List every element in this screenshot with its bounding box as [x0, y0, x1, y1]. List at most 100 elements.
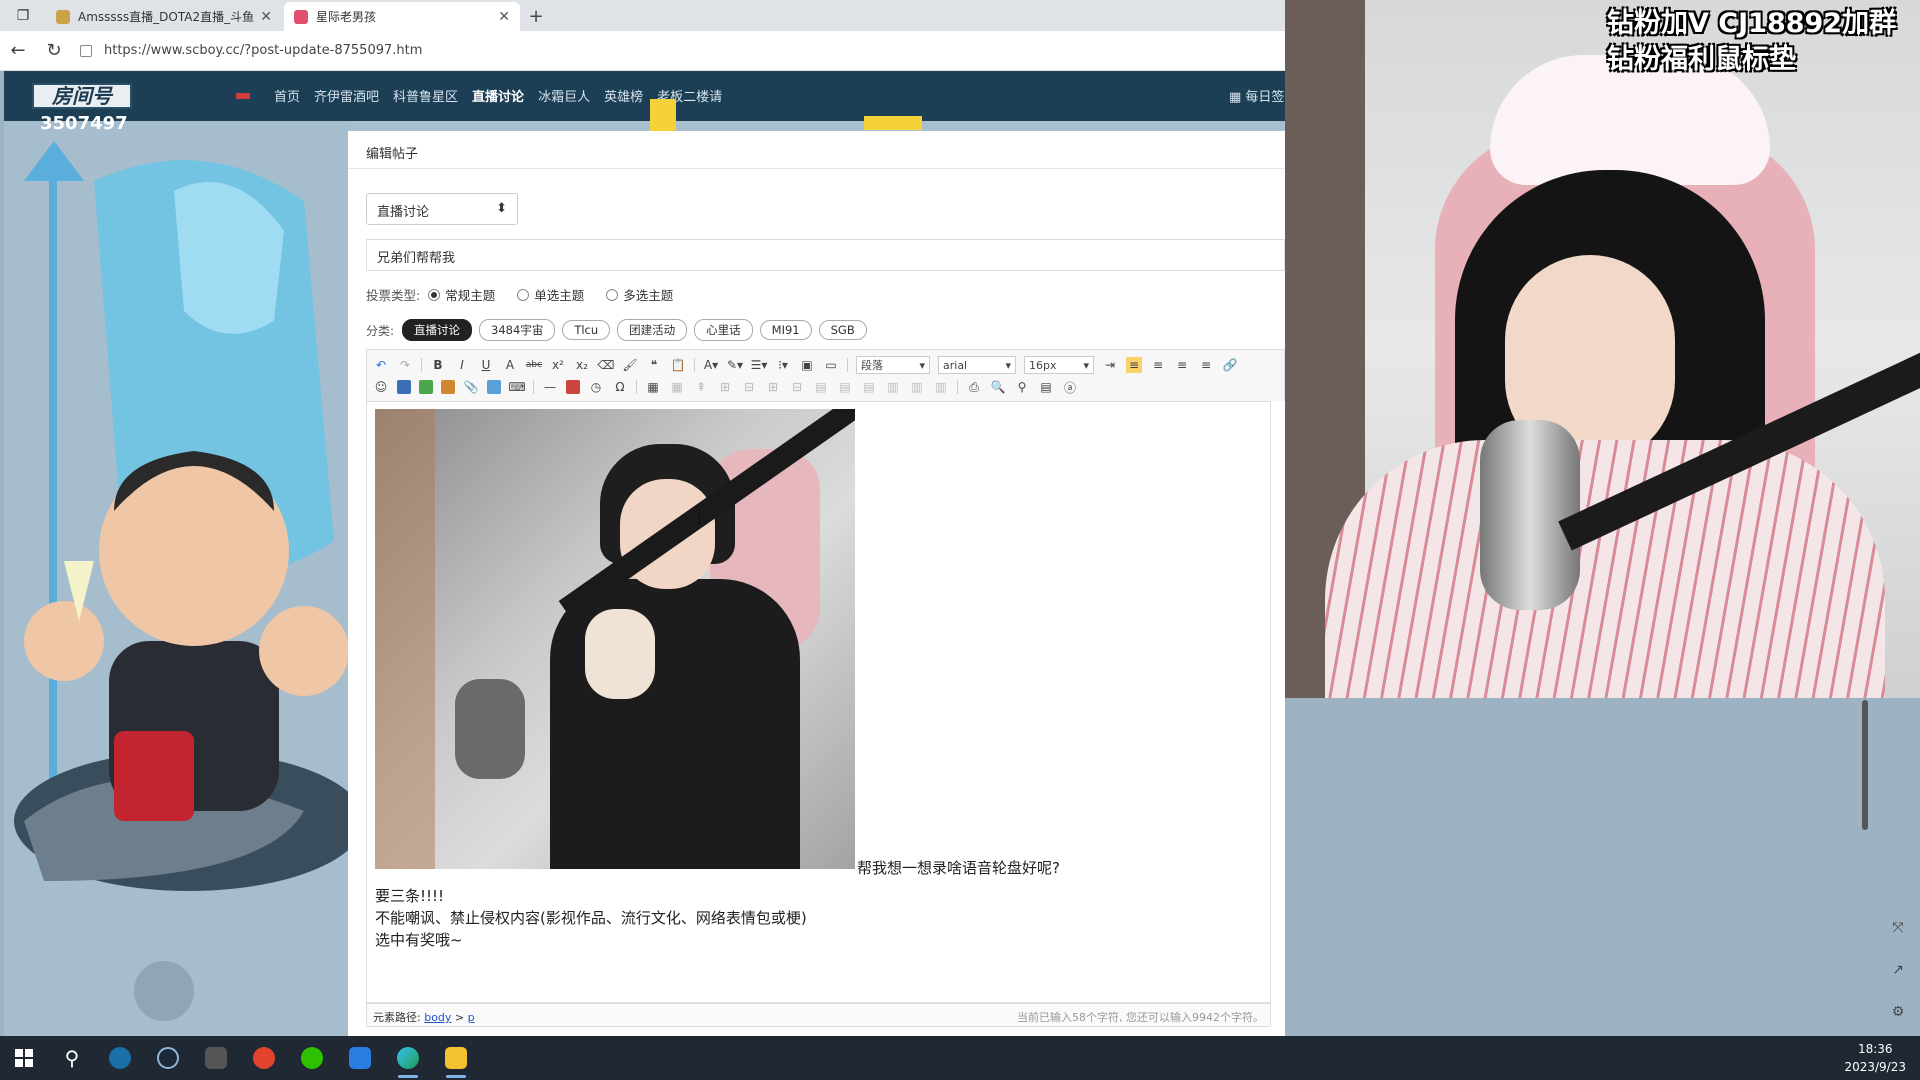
indent-icon[interactable]: ⇥: [1102, 357, 1118, 373]
category-chip[interactable]: 3484宇宙: [479, 319, 556, 341]
category-chip[interactable]: MI91: [759, 320, 812, 340]
radio-checked-icon[interactable]: [428, 288, 441, 301]
strikethrough-icon[interactable]: abc: [526, 357, 542, 373]
browser-tab-1[interactable]: 星际老男孩 ✕: [284, 2, 520, 31]
tab-actions-icon[interactable]: ❐: [0, 0, 46, 31]
align-left-icon[interactable]: ≡: [1126, 357, 1142, 373]
clear-doc-icon[interactable]: ▭: [823, 357, 839, 373]
url-field[interactable]: https://www.scboy.cc/?post-update-875509…: [80, 43, 1285, 58]
font-color-icon[interactable]: A▾: [703, 357, 719, 373]
rich-text-editor[interactable]: I 帮我想一想录啥语音轮盘好呢? 要三条!!!! 不能嘲讽、禁止侵权内容(影视作…: [366, 401, 1271, 1003]
emoji-icon[interactable]: ☺: [373, 379, 389, 395]
insert-paragraph-icon[interactable]: ⇞: [693, 379, 709, 395]
path-p-link[interactable]: p: [468, 1011, 475, 1024]
quote-icon[interactable]: ❝: [646, 357, 662, 373]
vote-option-normal[interactable]: 常规主题: [428, 285, 495, 304]
nav-link-home[interactable]: 首页: [274, 86, 300, 105]
vote-option-multi[interactable]: 多选主题: [606, 285, 673, 304]
vote-option-single[interactable]: 单选主题: [517, 285, 584, 304]
scrollbar-thumb[interactable]: [1862, 700, 1868, 830]
app-icon-1[interactable]: [96, 1036, 144, 1080]
app-icon-8[interactable]: [432, 1036, 480, 1080]
category-chip[interactable]: 直播讨论: [402, 319, 473, 341]
split-rows-icon[interactable]: ▥: [909, 379, 925, 395]
radio-icon[interactable]: [606, 288, 619, 301]
map-icon[interactable]: [487, 380, 501, 394]
drafts-icon[interactable]: ▤: [1038, 379, 1054, 395]
superscript-icon[interactable]: x²: [550, 357, 566, 373]
find-replace-icon[interactable]: ⚲: [1014, 379, 1030, 395]
code-icon[interactable]: ⌨: [508, 379, 525, 395]
merge-cells-icon[interactable]: ▤: [813, 379, 829, 395]
delete-col-icon[interactable]: ⊟: [789, 379, 805, 395]
ordered-list-icon[interactable]: ☰▾: [751, 357, 768, 373]
insert-row-icon[interactable]: ⊞: [717, 379, 733, 395]
nav-link-bar[interactable]: 齐伊雷酒吧: [314, 86, 379, 105]
font-size-select[interactable]: 16px ▾: [1024, 356, 1094, 374]
search-icon[interactable]: ⚲: [48, 1036, 96, 1080]
screenshot-icon[interactable]: ⤧: [1892, 920, 1903, 936]
underline-icon[interactable]: U: [478, 357, 494, 373]
forum-select[interactable]: 直播讨论 ⬍: [366, 193, 518, 225]
align-center-icon[interactable]: ≡: [1150, 357, 1166, 373]
windows-start-icon[interactable]: [0, 1036, 48, 1080]
special-char-icon[interactable]: Ω: [612, 379, 628, 395]
split-cells-icon[interactable]: ▥: [885, 379, 901, 395]
align-justify-icon[interactable]: ≡: [1198, 357, 1214, 373]
delete-table-icon[interactable]: ▦: [669, 379, 685, 395]
gear-icon[interactable]: ⚙: [1892, 1004, 1905, 1020]
embedded-photo[interactable]: I: [375, 409, 855, 869]
category-chip[interactable]: Tlcu: [562, 320, 611, 340]
app-icon-6[interactable]: [336, 1036, 384, 1080]
back-button[interactable]: ←: [0, 35, 36, 67]
share-icon[interactable]: ↗: [1892, 962, 1904, 978]
close-tab-icon[interactable]: ✕: [498, 9, 510, 25]
nav-link-koprulu[interactable]: 科普鲁星区: [393, 86, 458, 105]
undo-icon[interactable]: ↶: [373, 357, 389, 373]
nav-link-frost[interactable]: 冰霜巨人: [538, 86, 590, 105]
highlight-color-icon[interactable]: ✎▾: [727, 357, 743, 373]
category-chip[interactable]: 心里话: [694, 319, 753, 341]
link-icon[interactable]: 🔗: [1222, 357, 1238, 373]
radio-icon[interactable]: [517, 288, 530, 301]
category-chip[interactable]: 团建活动: [617, 319, 688, 341]
app-icon-4[interactable]: [240, 1036, 288, 1080]
subscript-icon[interactable]: x₂: [574, 357, 590, 373]
eraser-icon[interactable]: ⌫: [598, 357, 615, 373]
app-icon-3[interactable]: [192, 1036, 240, 1080]
delete-row-icon[interactable]: ⊟: [741, 379, 757, 395]
image-icon[interactable]: [419, 380, 433, 394]
word-image-icon[interactable]: ⓐ: [1062, 379, 1078, 395]
paragraph-select[interactable]: 段落 ▾: [856, 356, 930, 374]
category-chip[interactable]: SGB: [818, 320, 867, 340]
select-all-icon[interactable]: ▣: [799, 357, 815, 373]
page-scrollbar[interactable]: [1860, 700, 1870, 1030]
align-right-icon[interactable]: ≡: [1174, 357, 1190, 373]
wechat-icon[interactable]: [288, 1036, 336, 1080]
split-cols-icon[interactable]: ▥: [933, 379, 949, 395]
time-icon[interactable]: ◷: [588, 379, 604, 395]
path-body-link[interactable]: body: [424, 1011, 451, 1024]
new-tab-button[interactable]: +: [522, 2, 550, 31]
taskbar-clock[interactable]: 18:36 2023/9/23: [1844, 1040, 1906, 1076]
format-brush-icon[interactable]: 🖌: [622, 357, 638, 373]
insert-table-icon[interactable]: ▦: [645, 379, 661, 395]
insert-col-icon[interactable]: ⊞: [765, 379, 781, 395]
post-title-input[interactable]: 兄弟们帮帮我: [366, 239, 1285, 271]
attachment-icon[interactable]: 📎: [463, 379, 479, 395]
unordered-list-icon[interactable]: ⁝▾: [775, 357, 791, 373]
date-icon[interactable]: [566, 380, 580, 394]
edge-icon[interactable]: [384, 1036, 432, 1080]
merge-down-icon[interactable]: ▤: [861, 379, 877, 395]
redo-icon[interactable]: ↷: [397, 357, 413, 373]
nav-link-live[interactable]: 直播讨论: [472, 86, 524, 105]
reload-button[interactable]: ↻: [36, 35, 72, 67]
horizontal-rule-icon[interactable]: —: [542, 379, 558, 395]
steam-icon[interactable]: [144, 1036, 192, 1080]
save-icon[interactable]: [397, 380, 411, 394]
checkin-link[interactable]: ▦ 每日签: [1229, 86, 1284, 105]
print-icon[interactable]: ⎙: [966, 379, 982, 395]
preview-icon[interactable]: 🔍: [990, 379, 1006, 395]
close-tab-icon[interactable]: ✕: [260, 9, 272, 25]
nav-link-heroes[interactable]: 英雄榜: [604, 86, 643, 105]
